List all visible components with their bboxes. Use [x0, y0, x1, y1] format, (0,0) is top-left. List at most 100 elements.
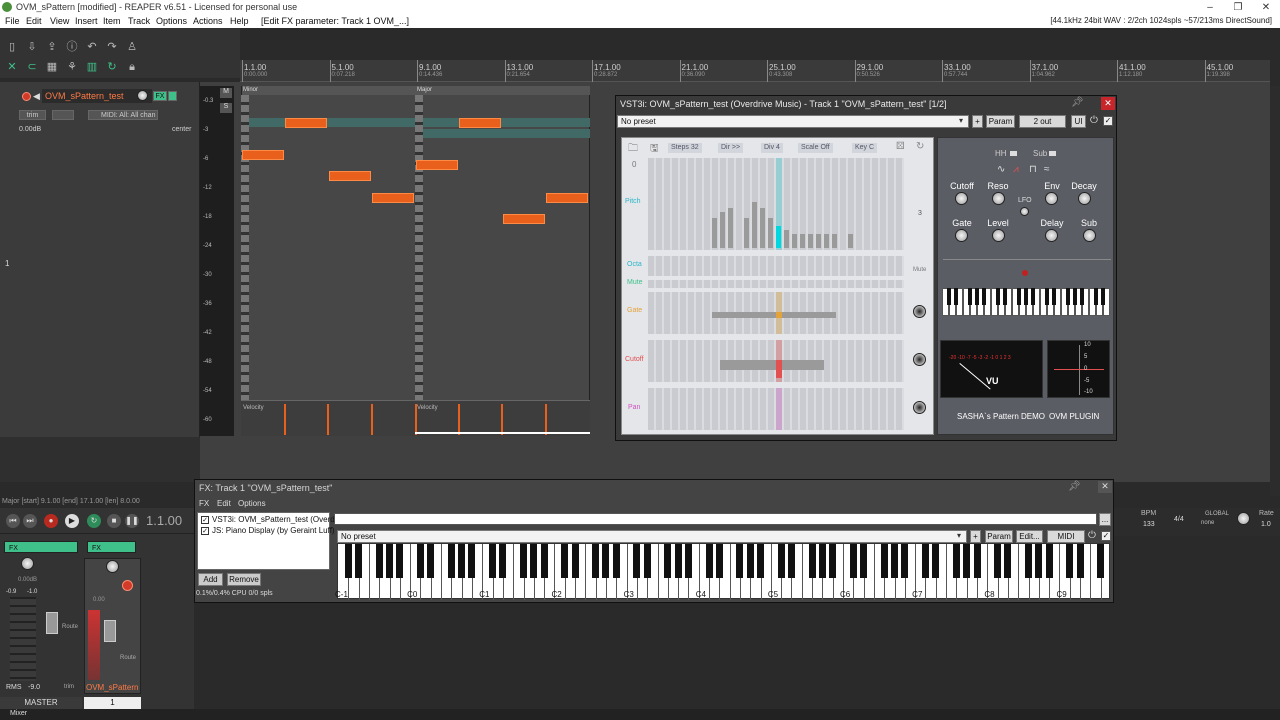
time-signature[interactable]: 4/4	[1174, 516, 1184, 523]
piano-black-key[interactable]	[994, 544, 1002, 578]
midi-note[interactable]	[503, 214, 545, 224]
snap-icon[interactable]: ▦	[46, 61, 58, 73]
piano-black-key[interactable]	[818, 544, 826, 578]
synth-black-key[interactable]	[996, 288, 1000, 305]
fx-more-button[interactable]: ...	[1099, 513, 1111, 526]
plugin-preset-select[interactable]: No preset	[617, 115, 969, 128]
direction-select[interactable]: Dir >>	[718, 143, 744, 153]
cutoff-row-knob[interactable]	[913, 353, 926, 366]
repeat-button[interactable]: ↻	[87, 514, 101, 528]
midi-note[interactable]	[329, 171, 371, 181]
synth-black-key[interactable]	[1003, 288, 1007, 305]
mixer-track-name[interactable]: OVM_sPattern	[86, 683, 138, 692]
octave-grid[interactable]	[648, 256, 904, 276]
save-project-icon[interactable]: ⇪	[46, 41, 58, 53]
fx-list-item-1[interactable]: ✓ VST3i: OVM_sPattern_test (Overd...	[201, 515, 341, 524]
midi-input-select[interactable]: MIDI: All: All chan	[88, 110, 158, 120]
velocity-bar[interactable]	[458, 404, 460, 435]
velocity-bar[interactable]	[501, 404, 503, 435]
piano-black-key[interactable]	[633, 544, 641, 578]
piano-black-key[interactable]	[375, 544, 383, 578]
reset-icon[interactable]: ↻	[916, 141, 924, 152]
piano-black-key[interactable]	[355, 544, 363, 578]
synth-black-key[interactable]	[1094, 288, 1098, 305]
midi-item-header-1[interactable]	[242, 86, 416, 95]
time-display[interactable]: 1.1.00	[146, 513, 182, 528]
piano-black-key[interactable]	[746, 544, 754, 578]
gate-values[interactable]	[712, 312, 836, 318]
fx-param-field[interactable]	[334, 513, 1097, 525]
piano-black-key[interactable]	[561, 544, 569, 578]
plugin-preset-add-button[interactable]: +	[972, 115, 983, 128]
piano-black-key[interactable]	[1004, 544, 1012, 578]
piano-black-key[interactable]	[952, 544, 960, 578]
pitch-step[interactable]	[832, 234, 837, 248]
menu-item[interactable]: Item	[103, 16, 121, 26]
menu-edit[interactable]: Edit	[26, 16, 42, 26]
fx-button[interactable]: FX	[153, 91, 167, 101]
key-select[interactable]: Key C	[852, 143, 878, 153]
cutoff-values[interactable]	[720, 360, 824, 370]
fx-bypass-button[interactable]	[168, 91, 177, 101]
piano-black-key[interactable]	[612, 544, 620, 578]
plugin-enable-checkbox[interactable]: ✓	[1103, 116, 1113, 126]
pitch-step[interactable]	[792, 234, 797, 248]
metronome-icon[interactable]: ♙	[126, 41, 138, 53]
midi-note[interactable]	[416, 160, 458, 170]
saw-wave-icon[interactable]: ⩘	[1013, 164, 1019, 175]
pin-icon[interactable]: 📌︎	[1071, 97, 1084, 108]
midi-note[interactable]	[459, 118, 501, 128]
division-select[interactable]: Div 4	[761, 143, 783, 153]
lock-icon[interactable]: 🔒︎	[126, 61, 138, 73]
pause-button[interactable]: ❚❚	[125, 514, 139, 528]
steps-select[interactable]: Steps 32	[668, 143, 702, 153]
fx-close-button[interactable]: ✕	[1098, 481, 1112, 493]
piano-black-key[interactable]	[736, 544, 744, 578]
volume-knob[interactable]	[137, 90, 148, 101]
piano-black-key[interactable]	[849, 544, 857, 578]
menu-file[interactable]: File	[5, 16, 20, 26]
mixer-tab[interactable]: Mixer	[10, 710, 27, 717]
piano-black-key[interactable]	[468, 544, 476, 578]
piano-black-key[interactable]	[880, 544, 888, 578]
piano-black-key[interactable]	[901, 544, 909, 578]
sub-knob[interactable]	[1083, 229, 1096, 242]
close-button[interactable]: ✕	[1252, 0, 1280, 15]
piano-black-key[interactable]	[921, 544, 929, 578]
piano-black-key[interactable]	[705, 544, 713, 578]
synth-black-key[interactable]	[1024, 288, 1028, 305]
midi-note[interactable]	[546, 193, 588, 203]
level-knob[interactable]	[992, 229, 1005, 242]
piano-black-key[interactable]	[540, 544, 548, 578]
plugin-io-button[interactable]: 2 out	[1019, 115, 1066, 128]
pan-row-knob[interactable]	[913, 401, 926, 414]
mixer-track-number[interactable]: 1	[84, 697, 141, 709]
stop-button[interactable]: ■	[107, 514, 121, 528]
pitch-step[interactable]	[808, 234, 813, 248]
menu-insert[interactable]: Insert	[75, 16, 98, 26]
plugin-param-button[interactable]: Param	[986, 115, 1015, 128]
piano-black-key[interactable]	[396, 544, 404, 578]
loop-icon[interactable]: ↻	[106, 61, 118, 73]
pitch-step[interactable]	[768, 218, 773, 248]
fx-list-item-2[interactable]: ✓ JS: Piano Display (by Geraint Luff)	[201, 526, 335, 535]
synth-black-key[interactable]	[1052, 288, 1056, 305]
hh-toggle[interactable]	[1010, 151, 1017, 156]
track-rec-arm-button[interactable]	[122, 580, 133, 591]
save-icon[interactable]: 🖫	[650, 141, 659, 158]
synth-black-key[interactable]	[947, 288, 951, 305]
velocity-bar[interactable]	[415, 404, 417, 435]
cutoff-knob[interactable]	[955, 192, 968, 205]
synth-black-key[interactable]	[1101, 288, 1105, 305]
piano-black-key[interactable]	[602, 544, 610, 578]
piano-black-key[interactable]	[643, 544, 651, 578]
plugin-ui-button[interactable]: UI	[1071, 115, 1086, 128]
piano-black-key[interactable]	[1066, 544, 1074, 578]
go-to-end-button[interactable]: ⏭	[23, 514, 37, 528]
piano-black-key[interactable]	[664, 544, 672, 578]
fx-preset-select[interactable]: No preset	[337, 530, 967, 543]
synth-black-key[interactable]	[1031, 288, 1035, 305]
menu-view[interactable]: View	[50, 16, 69, 26]
midi-note[interactable]	[285, 118, 327, 128]
track-name-field[interactable]: OVM_sPattern_test	[42, 89, 152, 103]
